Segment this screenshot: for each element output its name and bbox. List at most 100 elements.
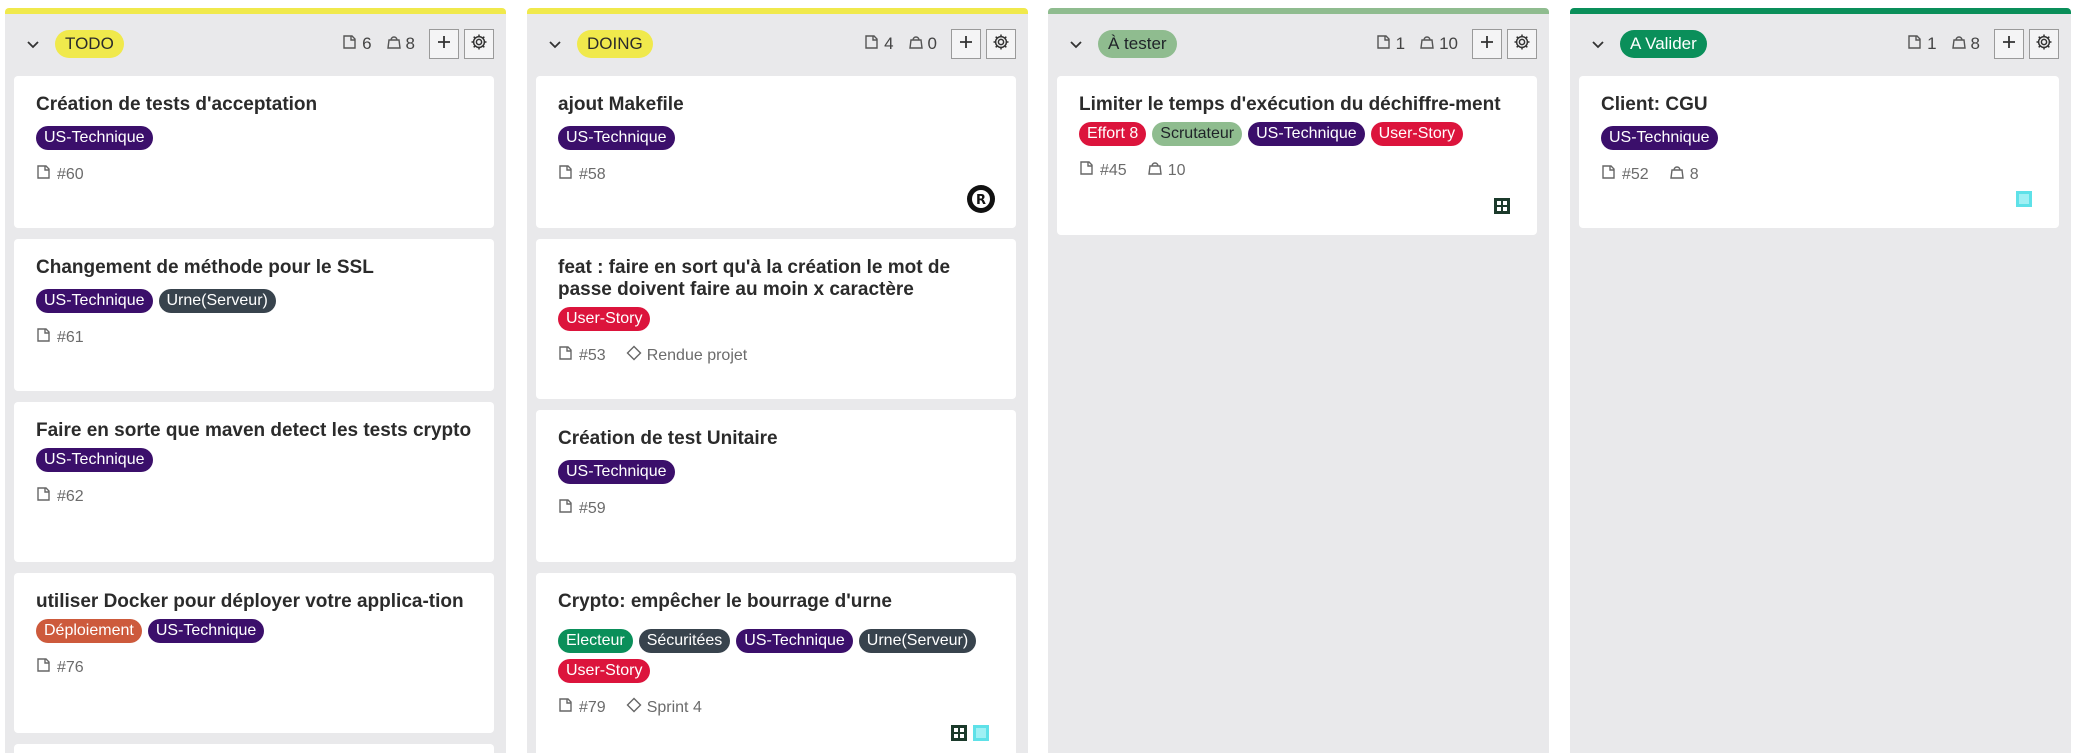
label-badge[interactable]: Déploiement	[36, 619, 142, 643]
add-issue-button[interactable]	[951, 29, 981, 59]
label-list: US-Technique	[1601, 126, 2037, 150]
label-badge[interactable]: US-Technique	[36, 126, 153, 150]
weight-icon	[1147, 160, 1163, 181]
label-badge[interactable]: Urne(Serveur)	[858, 629, 977, 653]
issue-card[interactable]: Faire en sorte que maven detect les test…	[14, 402, 494, 562]
label-badge[interactable]: Sécuritées	[638, 629, 731, 653]
gear-icon	[1513, 33, 1531, 56]
issue-meta: #58	[558, 164, 994, 185]
issue-number: #79	[558, 697, 606, 718]
issue-title[interactable]: Limiter le temps d'exécution du déchiffr…	[1079, 94, 1515, 116]
issue-title[interactable]: Crypto: empêcher le bourrage d'urne	[558, 591, 994, 613]
board-list-a-valider: A Valider 1 8 Client: CGU US-Technique #…	[1570, 8, 2071, 753]
issues-icon	[1079, 160, 1095, 181]
issues-icon	[1601, 164, 1617, 185]
issues-count: 1	[1907, 34, 1937, 55]
svg-text:R: R	[976, 193, 986, 208]
issue-card[interactable]: Client: CGU US-Technique #52 8	[1579, 76, 2059, 228]
chevron-down-icon[interactable]	[541, 30, 569, 58]
issue-card[interactable]: Limiter le temps d'exécution du déchiffr…	[1057, 76, 1537, 235]
issues-count: 6	[342, 34, 372, 55]
issue-title[interactable]: Client: CGU	[1601, 94, 2037, 116]
weight-count: 8	[386, 34, 415, 55]
list-settings-button[interactable]	[2029, 29, 2059, 59]
label-badge[interactable]: User-Story	[1370, 122, 1464, 146]
label-badge[interactable]: US-Technique	[36, 448, 153, 472]
list-label[interactable]: À tester	[1098, 30, 1177, 58]
label-badge[interactable]: Effort 8	[1079, 122, 1147, 146]
issues-icon	[558, 498, 574, 519]
issue-title[interactable]: Création de test Unitaire	[558, 428, 994, 450]
issue-card[interactable]: feat : faire en sort qu'à la création le…	[536, 239, 1016, 399]
issue-card[interactable]	[14, 744, 494, 753]
chevron-down-icon[interactable]	[1584, 30, 1612, 58]
label-badge[interactable]: US-Technique	[558, 460, 675, 484]
weight-count: 8	[1951, 34, 1980, 55]
list-counts: 1 10	[1376, 29, 1537, 59]
issue-title[interactable]: feat : faire en sort qu'à la création le…	[558, 257, 994, 301]
issue-title[interactable]: utiliser Docker pour déployer votre appl…	[36, 591, 472, 613]
add-issue-button[interactable]	[1994, 29, 2024, 59]
avatar[interactable]: R	[966, 184, 996, 214]
issue-title[interactable]: Changement de méthode pour le SSL	[36, 257, 472, 279]
issue-title[interactable]: ajout Makefile	[558, 94, 994, 116]
issue-card[interactable]: Création de test Unitaire US-Technique #…	[536, 410, 1016, 562]
issue-meta: #79 Sprint 4	[558, 697, 994, 718]
issue-card[interactable]: utiliser Docker pour déployer votre appl…	[14, 573, 494, 733]
issue-card[interactable]: Changement de méthode pour le SSL US-Tec…	[14, 239, 494, 391]
label-list: US-Technique	[36, 448, 472, 472]
label-badge[interactable]: Electeur	[558, 629, 633, 653]
list-label[interactable]: A Valider	[1620, 30, 1707, 58]
issue-number: #60	[36, 164, 84, 185]
issue-number: #59	[558, 498, 606, 519]
list-settings-button[interactable]	[464, 29, 494, 59]
weight-icon	[908, 34, 924, 55]
list-counts: 1 8	[1907, 29, 2059, 59]
label-badge[interactable]: Urne(Serveur)	[158, 289, 276, 313]
plus-icon	[436, 34, 452, 55]
add-issue-button[interactable]	[1472, 29, 1502, 59]
list-label[interactable]: TODO	[55, 30, 124, 58]
gear-icon	[2035, 33, 2053, 56]
label-badge[interactable]: US-Technique	[1601, 126, 1718, 150]
chevron-down-icon[interactable]	[1062, 30, 1090, 58]
issue-number: #52	[1601, 164, 1649, 185]
plus-icon	[2001, 34, 2017, 55]
issues-icon	[1907, 34, 1923, 55]
label-badge[interactable]: US-Technique	[36, 289, 153, 313]
label-badge[interactable]: User-Story	[558, 307, 651, 331]
list-header: A Valider 1 8	[1570, 14, 2071, 74]
label-badge[interactable]: US-Technique	[558, 126, 675, 150]
chevron-down-icon[interactable]	[19, 30, 47, 58]
issue-number: #62	[36, 486, 84, 507]
label-badge[interactable]: US-Technique	[1248, 122, 1365, 146]
avatar[interactable]	[2009, 184, 2039, 214]
issues-count: 1	[1376, 34, 1405, 55]
avatar[interactable]	[966, 718, 996, 748]
issue-card[interactable]: Crypto: empêcher le bourrage d'urne Elec…	[536, 573, 1016, 753]
assignees: R	[966, 184, 996, 214]
list-label[interactable]: DOING	[577, 30, 653, 58]
label-badge[interactable]: User-Story	[558, 659, 651, 683]
board-list-a-tester: À tester 1 10 Limiter le temps d'exécuti…	[1048, 8, 1549, 753]
label-list: Effort 8 Scrutateur US-Technique User-St…	[1079, 122, 1515, 146]
issue-meta: #52 8	[1601, 164, 2037, 185]
issues-icon	[1376, 34, 1392, 55]
weight-icon	[1419, 34, 1435, 55]
label-list: US-Technique	[558, 460, 994, 484]
label-badge[interactable]: US-Technique	[736, 629, 853, 653]
add-issue-button[interactable]	[429, 29, 459, 59]
issue-card[interactable]: Création de tests d'acceptation US-Techn…	[14, 76, 494, 228]
issue-title[interactable]: Faire en sorte que maven detect les test…	[36, 420, 472, 442]
label-badge[interactable]: US-Technique	[147, 619, 265, 643]
label-badge[interactable]: Scrutateur	[1152, 122, 1243, 146]
issue-title[interactable]: Création de tests d'acceptation	[36, 94, 472, 116]
milestone[interactable]: Rendue projet	[626, 345, 747, 366]
milestone[interactable]: Sprint 4	[626, 697, 702, 718]
issue-card[interactable]: ajout Makefile US-Technique #58 R	[536, 76, 1016, 228]
avatar[interactable]	[1487, 191, 1517, 221]
list-settings-button[interactable]	[1507, 29, 1537, 59]
issue-number: #45	[1079, 160, 1127, 181]
list-settings-button[interactable]	[986, 29, 1016, 59]
issues-icon	[36, 657, 52, 678]
